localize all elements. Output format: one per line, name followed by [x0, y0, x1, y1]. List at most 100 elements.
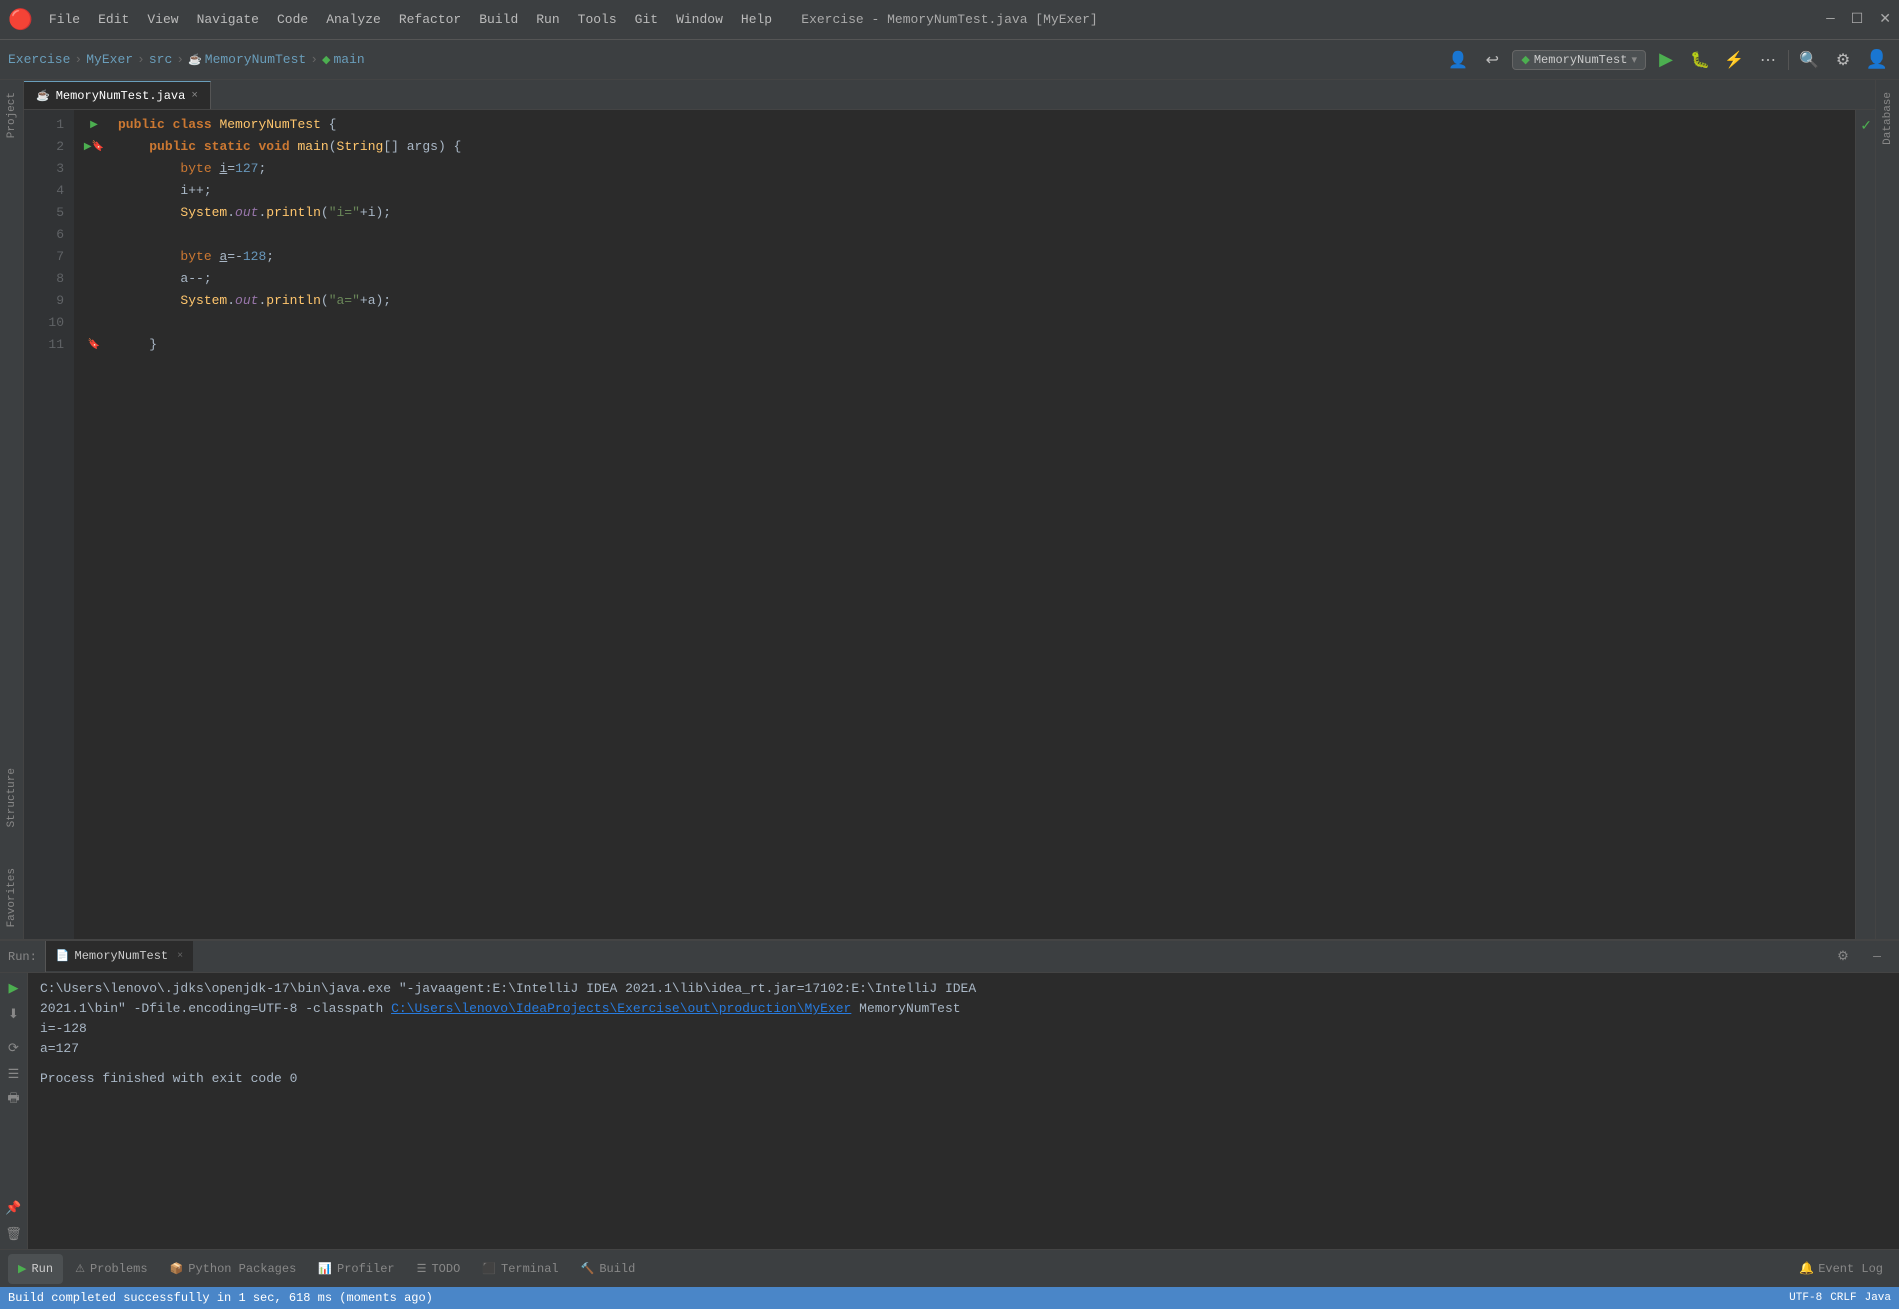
run-panel-settings[interactable]: ⚙ [1829, 943, 1857, 971]
tab-close-button[interactable]: × [191, 90, 198, 102]
run-panel-left-icons: ▶ ⬇ ⟳ ☰ 🖶 📌 🗑 [0, 973, 28, 1249]
event-log-label: Event Log [1818, 1262, 1883, 1276]
code-content[interactable]: public class MemoryNumTest { public stat… [114, 110, 1855, 939]
breadcrumb-src[interactable]: src [149, 52, 172, 67]
menu-bar: File Edit View Navigate Code Analyze Ref… [41, 10, 780, 29]
language-indicator[interactable]: Java [1865, 1292, 1891, 1304]
more-run-button[interactable]: ⋯ [1754, 46, 1782, 74]
back-button[interactable]: ↩ [1478, 46, 1506, 74]
minimize-button[interactable]: — [1826, 11, 1834, 28]
terminal-tab-icon: ⬛ [482, 1262, 496, 1276]
menu-edit[interactable]: Edit [90, 10, 137, 29]
breadcrumb-memorynumtest[interactable]: ☕MemoryNumTest [188, 52, 306, 67]
terminal-output[interactable]: C:\Users\lenovo\.jdks\openjdk-17\bin\jav… [28, 973, 1899, 1249]
run-rerun-icon[interactable]: ⟳ [3, 1037, 25, 1059]
menu-file[interactable]: File [41, 10, 88, 29]
settings-button[interactable]: ⚙ [1829, 46, 1857, 74]
structure-tab[interactable]: Structure [3, 760, 21, 835]
breadcrumb-myexer[interactable]: MyExer [86, 52, 133, 67]
line-numbers: 1 2 3 4 5 6 7 8 9 10 11 [24, 110, 74, 939]
run-play-icon[interactable]: ▶ [3, 977, 25, 999]
bottom-toolbar: ▶ Run ⚠ Problems 📦 Python Packages 📊 Pro… [0, 1249, 1899, 1287]
breadcrumb: Exercise › MyExer › src › ☕MemoryNumTest… [8, 52, 365, 67]
run-config[interactable]: ◆ MemoryNumTest ▾ [1512, 50, 1646, 70]
event-log-button[interactable]: 🔔 Event Log [1791, 1261, 1891, 1276]
menu-build[interactable]: Build [471, 10, 526, 29]
menu-git[interactable]: Git [627, 10, 666, 29]
run-pin-icon[interactable]: 📌 [3, 1197, 25, 1219]
account-button[interactable]: 👤 [1863, 46, 1891, 74]
left-panel-tabs: Project Structure Favorites [0, 80, 24, 939]
menu-refactor[interactable]: Refactor [391, 10, 469, 29]
code-line-8: a--; [118, 268, 1855, 290]
code-line-4: i++; [118, 180, 1855, 202]
checkmark-icon: ✓ [1860, 118, 1872, 135]
menu-code[interactable]: Code [269, 10, 316, 29]
line-separator-indicator[interactable]: CRLF [1830, 1292, 1856, 1304]
cmd-line-2: 2021.1\bin" -Dfile.encoding=UTF-8 -class… [40, 999, 1887, 1019]
problems-bottom-tab[interactable]: ⚠ Problems [65, 1254, 157, 1284]
encoding-indicator[interactable]: UTF-8 [1789, 1292, 1822, 1304]
classpath-link[interactable]: C:\Users\lenovo\IdeaProjects\Exercise\ou… [391, 1001, 851, 1016]
run-tab-icon: ▶ [18, 1262, 26, 1276]
run-indicator-1: ▶ [90, 119, 98, 131]
menu-help[interactable]: Help [733, 10, 780, 29]
debug-button[interactable]: 🐛 [1686, 46, 1714, 74]
toolbar: Exercise › MyExer › src › ☕MemoryNumTest… [0, 40, 1899, 80]
run-memorynumtest-tab[interactable]: 📄 MemoryNumTest × [46, 941, 193, 971]
breadcrumb-exercise[interactable]: Exercise [8, 52, 70, 67]
todo-bottom-tab[interactable]: ☰ TODO [407, 1254, 471, 1284]
window-title: Exercise - MemoryNumTest.java [MyExer] [801, 12, 1097, 27]
editor-area: ☕ MemoryNumTest.java × 1 2 3 4 5 6 7 8 9… [24, 80, 1875, 939]
run-format-icon[interactable]: ☰ [3, 1063, 25, 1085]
todo-tab-icon: ☰ [417, 1262, 427, 1276]
close-button[interactable]: ✕ [1879, 11, 1891, 28]
coverage-button[interactable]: ⚡ [1720, 46, 1748, 74]
run-panel-minimize[interactable]: — [1863, 943, 1891, 971]
cmd-line-1: C:\Users\lenovo\.jdks\openjdk-17\bin\jav… [40, 979, 1887, 999]
code-line-9: System.out.println("a="+a); [118, 290, 1855, 312]
bottom-content: ▶ ⬇ ⟳ ☰ 🖶 📌 🗑 C:\Users\lenovo\.jdks\open… [0, 973, 1899, 1249]
run-indicator-2: ▶ [84, 141, 92, 153]
code-line-1: public class MemoryNumTest { [118, 114, 1855, 136]
database-tab[interactable]: Database [1879, 84, 1897, 153]
build-tab-icon: 🔨 [581, 1262, 595, 1276]
menu-analyze[interactable]: Analyze [318, 10, 389, 29]
output-line-2: a=127 [40, 1039, 1887, 1059]
code-line-5: System.out.println("i="+i); [118, 202, 1855, 224]
code-editor: 1 2 3 4 5 6 7 8 9 10 11 ▶ ▶ 🔖 [24, 110, 1875, 939]
build-bottom-tab[interactable]: 🔨 Build [571, 1254, 646, 1284]
menu-view[interactable]: View [139, 10, 186, 29]
run-stop-icon[interactable]: ⬇ [3, 1003, 25, 1025]
breadcrumb-main[interactable]: ◆main [322, 52, 365, 67]
gutter: ▶ ▶ 🔖 🔖 [74, 110, 114, 939]
profiler-bottom-tab[interactable]: 📊 Profiler [308, 1254, 404, 1284]
tab-label: MemoryNumTest.java [56, 89, 186, 103]
project-tab[interactable]: Project [3, 84, 21, 146]
python-packages-bottom-tab[interactable]: 📦 Python Packages [160, 1254, 307, 1284]
python-packages-tab-icon: 📦 [170, 1262, 184, 1276]
title-bar: 🔴 File Edit View Navigate Code Analyze R… [0, 0, 1899, 40]
run-print-icon[interactable]: 🖶 [3, 1089, 25, 1111]
terminal-bottom-tab[interactable]: ⬛ Terminal [472, 1254, 568, 1284]
menu-navigate[interactable]: Navigate [189, 10, 267, 29]
menu-run[interactable]: Run [528, 10, 567, 29]
run-tab-close[interactable]: × [177, 951, 183, 962]
code-line-6 [118, 224, 1855, 246]
search-button[interactable]: 🔍 [1795, 46, 1823, 74]
status-right: UTF-8 CRLF Java [1789, 1292, 1891, 1304]
bookmark-indicator-2: 🔖 [92, 141, 104, 153]
run-label: Run: [0, 941, 46, 972]
menu-tools[interactable]: Tools [570, 10, 625, 29]
run-button[interactable]: ▶ [1652, 46, 1680, 74]
profile-button[interactable]: 👤 [1444, 46, 1472, 74]
favorites-tab[interactable]: Favorites [3, 860, 21, 935]
profiler-tab-icon: 📊 [318, 1262, 332, 1276]
run-delete-icon[interactable]: 🗑 [3, 1223, 25, 1245]
editor-tab-memorynumtest[interactable]: ☕ MemoryNumTest.java × [24, 81, 211, 109]
menu-window[interactable]: Window [668, 10, 731, 29]
editor-tabs: ☕ MemoryNumTest.java × [24, 80, 1875, 110]
run-bottom-tab[interactable]: ▶ Run [8, 1254, 63, 1284]
maximize-button[interactable]: ☐ [1851, 11, 1864, 28]
bottom-panel-header: Run: 📄 MemoryNumTest × ⚙ — [0, 941, 1899, 973]
